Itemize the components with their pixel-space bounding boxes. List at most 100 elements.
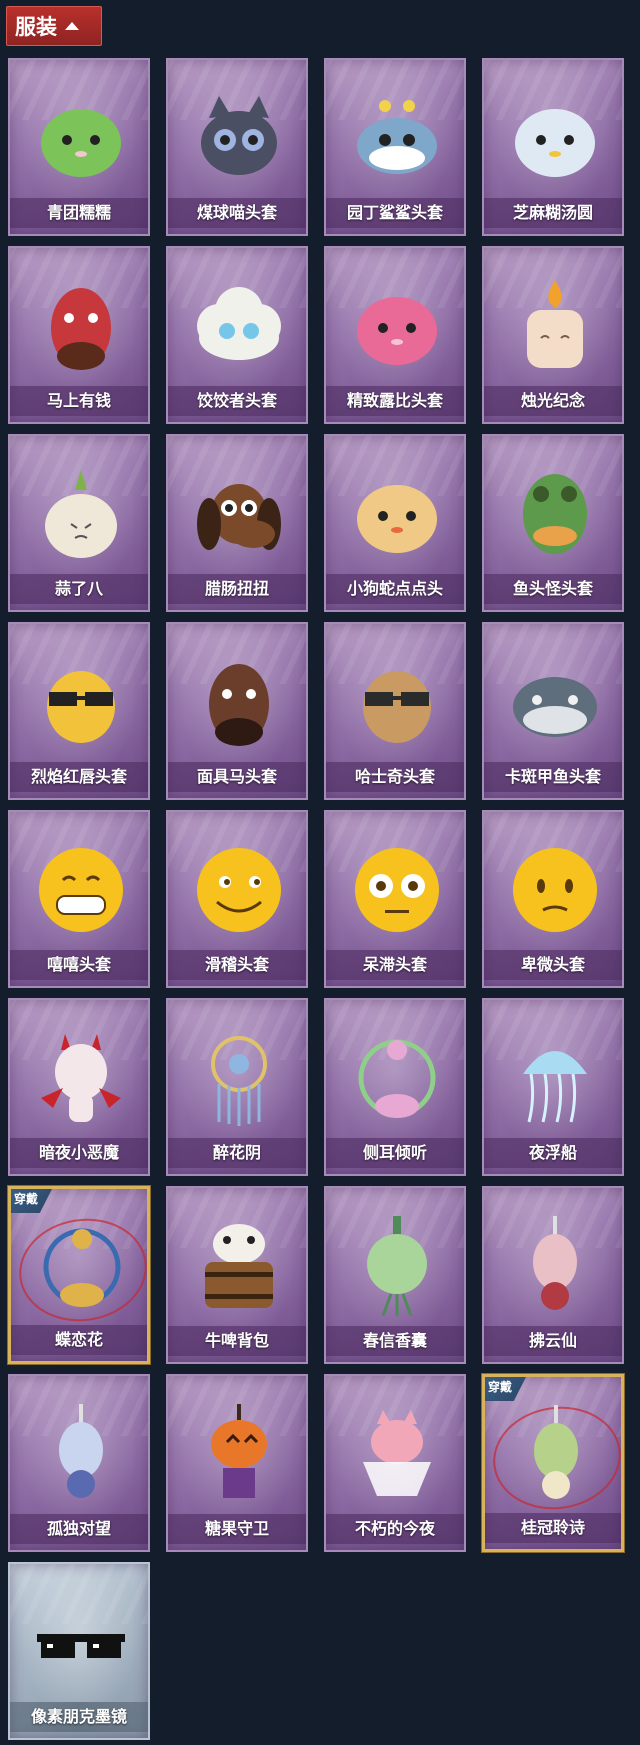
fox-cup-icon bbox=[347, 1404, 447, 1504]
outfit-item-name: 蒜了八 bbox=[10, 574, 148, 604]
outfit-item-card[interactable]: 拂云仙 bbox=[482, 1186, 624, 1364]
stare-emoji-icon bbox=[347, 840, 447, 940]
outfit-item-card[interactable]: 卡斑甲鱼头套 bbox=[482, 622, 624, 800]
cow-beer-backpack-icon bbox=[189, 1216, 289, 1316]
fish-head-icon bbox=[505, 464, 605, 564]
outfit-item-name: 像素朋克墨镜 bbox=[10, 1702, 148, 1732]
outfit-item-card[interactable]: 嘻嘻头套 bbox=[8, 810, 150, 988]
yellow-mouse-head-icon bbox=[31, 652, 131, 752]
flower-ornament-icon bbox=[189, 1028, 289, 1128]
outfit-item-name: 园丁鲨鲨头套 bbox=[326, 198, 464, 228]
figure-pendant-icon bbox=[31, 1404, 131, 1504]
pixel-sunglasses-icon bbox=[31, 1592, 131, 1692]
outfit-item-card[interactable]: 饺饺者头套 bbox=[166, 246, 308, 424]
outfit-item-name: 拂云仙 bbox=[484, 1326, 622, 1356]
laurel-pendant-icon bbox=[506, 1405, 606, 1505]
outfit-item-card[interactable]: 精致露比头套 bbox=[324, 246, 466, 424]
outfit-item-name: 卑微头套 bbox=[484, 950, 622, 980]
outfit-item-card[interactable]: 滑稽头套 bbox=[166, 810, 308, 988]
outfit-item-name: 煤球喵头套 bbox=[168, 198, 306, 228]
outfit-item-name: 夜浮船 bbox=[484, 1138, 622, 1168]
outfit-item-card[interactable]: 呆滞头套 bbox=[324, 810, 466, 988]
green-mochi-head-icon bbox=[31, 88, 131, 188]
outfit-item-name: 烛光纪念 bbox=[484, 386, 622, 416]
outfit-item-card[interactable]: 穿戴 桂冠聆诗 bbox=[482, 1374, 624, 1552]
outfit-item-name: 卡斑甲鱼头套 bbox=[484, 762, 622, 792]
outfit-item-card[interactable]: 夜浮船 bbox=[482, 998, 624, 1176]
outfit-item-name: 鱼头怪头套 bbox=[484, 574, 622, 604]
outfit-item-card[interactable]: 侧耳倾听 bbox=[324, 998, 466, 1176]
outfit-item-card[interactable]: 像素朋克墨镜 bbox=[8, 1562, 150, 1740]
humble-emoji-icon bbox=[505, 840, 605, 940]
outfit-item-name: 牛啤背包 bbox=[168, 1326, 306, 1356]
outfit-item-name: 糖果守卫 bbox=[168, 1514, 306, 1544]
outfit-item-card[interactable]: 青团糯糯 bbox=[8, 58, 150, 236]
outfit-item-card[interactable]: 春信香囊 bbox=[324, 1186, 466, 1364]
outfit-item-card[interactable]: 孤独对望 bbox=[8, 1374, 150, 1552]
outfit-category-tab[interactable]: 服装 bbox=[6, 6, 102, 46]
horse-mask-icon bbox=[189, 652, 289, 752]
dumpling-head-icon bbox=[189, 276, 289, 376]
outfit-item-name: 蝶恋花 bbox=[11, 1325, 147, 1355]
dachshund-head-icon bbox=[189, 464, 289, 564]
grin-emoji-icon bbox=[31, 840, 131, 940]
crane-pendant-icon bbox=[505, 1216, 605, 1316]
outfit-item-name: 烈焰红唇头套 bbox=[10, 762, 148, 792]
outfit-item-name: 马上有钱 bbox=[10, 386, 148, 416]
pink-beaver-head-icon bbox=[347, 276, 447, 376]
outfit-item-name: 桂冠聆诗 bbox=[485, 1513, 621, 1543]
outfit-item-card[interactable]: 穿戴 蝶恋花 bbox=[8, 1186, 150, 1364]
little-devil-icon bbox=[31, 1028, 131, 1128]
red-horse-head-icon bbox=[31, 276, 131, 376]
outfit-item-name: 小狗蛇点点头 bbox=[326, 574, 464, 604]
outfit-item-name: 醉花阴 bbox=[168, 1138, 306, 1168]
outfit-item-card[interactable]: 暗夜小恶魔 bbox=[8, 998, 150, 1176]
husky-head-icon bbox=[347, 652, 447, 752]
butterfly-bell-icon bbox=[32, 1217, 132, 1317]
outfit-item-card[interactable]: 煤球喵头套 bbox=[166, 58, 308, 236]
shark-head-icon bbox=[347, 88, 447, 188]
smirk-emoji-icon bbox=[189, 840, 289, 940]
outfit-item-card[interactable]: 卑微头套 bbox=[482, 810, 624, 988]
outfit-item-name: 春信香囊 bbox=[326, 1326, 464, 1356]
outfit-item-name: 侧耳倾听 bbox=[326, 1138, 464, 1168]
outfit-item-name: 芝麻糊汤圆 bbox=[484, 198, 622, 228]
outfit-item-name: 青团糯糯 bbox=[10, 198, 148, 228]
outfit-item-name: 嘻嘻头套 bbox=[10, 950, 148, 980]
outfit-item-card[interactable]: 园丁鲨鲨头套 bbox=[324, 58, 466, 236]
outfit-item-name: 面具马头套 bbox=[168, 762, 306, 792]
outfit-item-name: 孤独对望 bbox=[10, 1514, 148, 1544]
turtle-head-icon bbox=[505, 652, 605, 752]
outfit-item-card[interactable]: 醉花阴 bbox=[166, 998, 308, 1176]
outfit-page: 服装 青团糯糯 煤球喵头套 园丁鲨鲨头套 芝麻糊汤圆 马上有钱 饺饺者头套 精致… bbox=[0, 0, 640, 1745]
outfit-item-card[interactable]: 面具马头套 bbox=[166, 622, 308, 800]
outfit-item-name: 不朽的今夜 bbox=[326, 1514, 464, 1544]
outfit-item-name: 饺饺者头套 bbox=[168, 386, 306, 416]
outfit-item-card[interactable]: 鱼头怪头套 bbox=[482, 434, 624, 612]
outfit-item-name: 滑稽头套 bbox=[168, 950, 306, 980]
rice-ball-head-icon bbox=[505, 88, 605, 188]
outfit-item-card[interactable]: 马上有钱 bbox=[8, 246, 150, 424]
outfit-item-name: 哈士奇头套 bbox=[326, 762, 464, 792]
chevron-up-icon[interactable] bbox=[65, 22, 79, 30]
outfit-item-card[interactable]: 不朽的今夜 bbox=[324, 1374, 466, 1552]
pumpkin-pendant-icon bbox=[189, 1404, 289, 1504]
outfit-item-card[interactable]: 糖果守卫 bbox=[166, 1374, 308, 1552]
outfit-item-card[interactable]: 芝麻糊汤圆 bbox=[482, 58, 624, 236]
outfit-item-card[interactable]: 蒜了八 bbox=[8, 434, 150, 612]
garlic-head-icon bbox=[31, 464, 131, 564]
outfit-item-card[interactable]: 哈士奇头套 bbox=[324, 622, 466, 800]
snake-head-icon bbox=[347, 464, 447, 564]
outfit-item-card[interactable]: 牛啤背包 bbox=[166, 1186, 308, 1364]
sachet-icon bbox=[347, 1216, 447, 1317]
outfit-item-card[interactable]: 烈焰红唇头套 bbox=[8, 622, 150, 800]
outfit-item-card[interactable]: 小狗蛇点点头 bbox=[324, 434, 466, 612]
black-cat-head-icon bbox=[189, 88, 289, 188]
outfit-item-card[interactable]: 腊肠扭扭 bbox=[166, 434, 308, 612]
outfit-item-name: 呆滞头套 bbox=[326, 950, 464, 980]
outfit-tab-label: 服装 bbox=[15, 15, 57, 39]
outfit-item-card[interactable]: 烛光纪念 bbox=[482, 246, 624, 424]
outfit-item-name: 暗夜小恶魔 bbox=[10, 1138, 148, 1168]
lotus-wreath-icon bbox=[347, 1028, 447, 1128]
candle-head-icon bbox=[505, 276, 605, 376]
